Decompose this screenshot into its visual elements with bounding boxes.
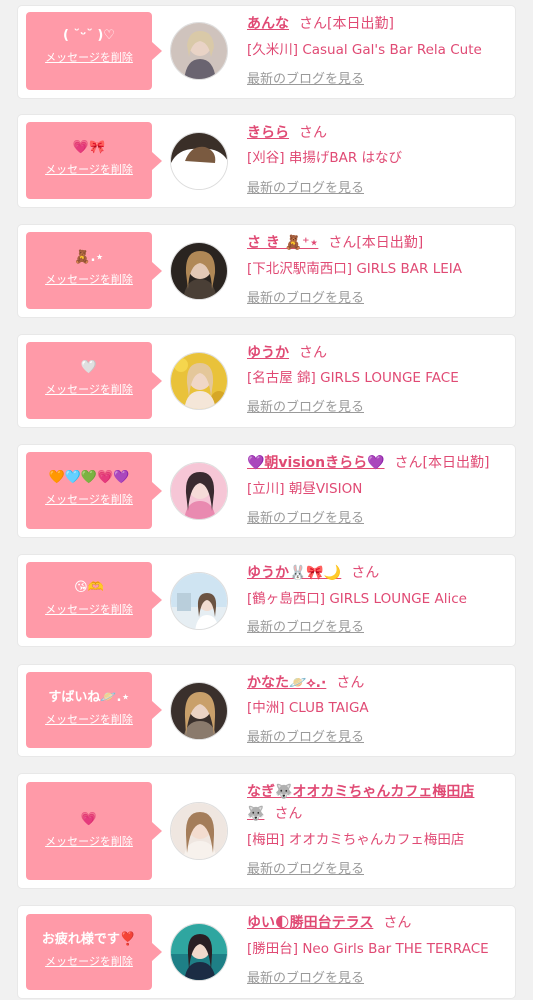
shop-name: [中洲] CLUB TAIGA xyxy=(247,700,369,716)
latest-blog-link[interactable]: 最新のブログを見る xyxy=(247,729,364,747)
avatar[interactable] xyxy=(170,462,228,520)
avatar[interactable] xyxy=(170,352,228,410)
message-text: 🧡🩵💚💗💜 xyxy=(48,470,130,485)
latest-blog-link[interactable]: 最新のブログを見る xyxy=(247,399,364,417)
avatar[interactable] xyxy=(170,682,228,740)
delete-message-link[interactable]: メッセージを削除 xyxy=(26,602,152,618)
user-name-link[interactable]: ゆうか xyxy=(247,345,289,361)
avatar[interactable] xyxy=(170,923,228,981)
shop-name: [梅田] オオカミちゃんカフェ梅田店 xyxy=(247,832,465,848)
latest-blog-link[interactable]: 最新のブログを見る xyxy=(247,290,364,308)
honorific: さん xyxy=(383,915,412,931)
message-bubble: ( ˘ᵕ˘ )♡ メッセージを削除 xyxy=(26,12,162,90)
list-item: 🧸.⋆ メッセージを削除 さ き 🧸⁺⋆ さん[本日出勤] [下北沢駅南西口] G… xyxy=(18,225,515,317)
user-name-link-continued[interactable]: 🐺 xyxy=(247,806,264,822)
message-text: 💗🎀 xyxy=(72,140,106,155)
list-item: すばいね🪐.⋆ メッセージを削除 かなた🪐⟡.· さん [中洲] CLUB TAI… xyxy=(18,665,515,756)
delete-message-link[interactable]: メッセージを削除 xyxy=(26,954,152,970)
message-text: お疲れ様です❣️ xyxy=(41,932,137,947)
latest-blog-link[interactable]: 最新のブログを見る xyxy=(247,970,364,988)
status-badge: [本日出勤] xyxy=(356,235,424,251)
message-list: ( ˘ᵕ˘ )♡ メッセージを削除 あんな さん[本日出勤] [久米川] Casu… xyxy=(0,0,533,1000)
message-bubble: 😘🫶 メッセージを削除 xyxy=(26,562,162,638)
delete-message-link[interactable]: メッセージを削除 xyxy=(26,382,152,398)
shop-name: [鶴ヶ島西口] GIRLS LOUNGE Alice xyxy=(247,591,467,607)
delete-message-link[interactable]: メッセージを削除 xyxy=(26,272,152,288)
list-item: 💗🎀 メッセージを削除 きらら さん [刈谷] 串揚げBAR はなび 最新のブログ… xyxy=(18,115,515,207)
honorific: さん xyxy=(336,675,365,691)
shop-name: [勝田台] Neo Girls Bar THE TERRACE xyxy=(247,941,489,957)
user-name-link[interactable]: 💜朝visionきらら💜 xyxy=(247,455,385,471)
delete-message-link[interactable]: メッセージを削除 xyxy=(26,712,152,728)
avatar[interactable] xyxy=(170,132,228,190)
latest-blog-link[interactable]: 最新のブログを見る xyxy=(247,619,364,637)
shop-name: [立川] 朝昼VISION xyxy=(247,481,363,497)
list-item: 💗 メッセージを削除 なぎ🐺オオカミちゃんカフェ梅田店 🐺 さん [梅田] オオカ… xyxy=(18,774,515,888)
latest-blog-link[interactable]: 最新のブログを見る xyxy=(247,861,364,879)
user-name-link[interactable]: ゆい🌓勝田台テラス xyxy=(247,915,373,931)
shop-name: [下北沢駅南西口] GIRLS BAR LEIA xyxy=(247,261,462,277)
message-text: 💗 xyxy=(80,812,98,827)
list-item: 🤍 メッセージを削除 ゆうか さん [名古屋 錦] GIRLS LOUNGE FA… xyxy=(18,335,515,427)
user-name-link[interactable]: なぎ🐺オオカミちゃんカフェ梅田店 xyxy=(247,784,474,800)
honorific: さん xyxy=(299,125,327,141)
latest-blog-link[interactable]: 最新のブログを見る xyxy=(247,180,364,198)
message-bubble: お疲れ様です❣️ メッセージを削除 xyxy=(26,914,162,990)
honorific: さん xyxy=(394,455,423,471)
avatar[interactable] xyxy=(170,572,228,630)
message-text: 🤍 xyxy=(80,360,98,375)
honorific: さん xyxy=(299,345,327,361)
latest-blog-link[interactable]: 最新のブログを見る xyxy=(247,71,364,89)
delete-message-link[interactable]: メッセージを削除 xyxy=(26,162,152,178)
honorific: さん xyxy=(328,235,357,251)
message-bubble: 🧡🩵💚💗💜 メッセージを削除 xyxy=(26,452,162,529)
user-name-link[interactable]: かなた🪐⟡.· xyxy=(247,675,326,691)
message-bubble: 💗🎀 メッセージを削除 xyxy=(26,122,162,199)
user-name-link[interactable]: さ き 🧸⁺⋆ xyxy=(247,235,318,251)
message-bubble: 🧸.⋆ メッセージを削除 xyxy=(26,232,162,309)
honorific: さん xyxy=(299,16,327,32)
message-bubble: 💗 メッセージを削除 xyxy=(26,782,162,880)
user-name-link[interactable]: あんな xyxy=(247,16,289,32)
delete-message-link[interactable]: メッセージを削除 xyxy=(26,492,152,508)
message-bubble: すばいね🪐.⋆ メッセージを削除 xyxy=(26,672,162,748)
shop-name: [久米川] Casual Gal's Bar Rela Cute xyxy=(247,42,482,58)
list-item: お疲れ様です❣️ メッセージを削除 ゆい🌓勝田台テラス さん [勝田台] Neo … xyxy=(18,906,515,998)
delete-message-link[interactable]: メッセージを削除 xyxy=(26,834,152,850)
user-name-link[interactable]: ゆうか🐰🎀🌙 xyxy=(247,565,341,581)
avatar[interactable] xyxy=(170,802,228,860)
delete-message-link[interactable]: メッセージを削除 xyxy=(26,50,152,66)
list-item: 😘🫶 メッセージを削除 ゆうか🐰🎀🌙 さん [鶴ヶ島西口] GIRLS LOUNG… xyxy=(18,555,515,646)
message-text: ( ˘ᵕ˘ )♡ xyxy=(63,28,115,43)
honorific: さん xyxy=(274,806,303,822)
honorific: さん xyxy=(351,565,380,581)
list-item: 🧡🩵💚💗💜 メッセージを削除 💜朝visionきらら💜 さん[本日出勤] [立川]… xyxy=(18,445,515,537)
list-item: ( ˘ᵕ˘ )♡ メッセージを削除 あんな さん[本日出勤] [久米川] Casu… xyxy=(18,6,515,98)
status-badge: [本日出勤] xyxy=(327,16,394,32)
status-badge: [本日出勤] xyxy=(422,455,490,471)
message-text: すばいね🪐.⋆ xyxy=(48,690,130,705)
message-text: 🧸.⋆ xyxy=(74,250,104,265)
avatar[interactable] xyxy=(170,242,228,300)
user-name-link[interactable]: きらら xyxy=(247,125,289,141)
message-bubble: 🤍 メッセージを削除 xyxy=(26,342,162,419)
latest-blog-link[interactable]: 最新のブログを見る xyxy=(247,510,364,528)
message-text: 😘🫶 xyxy=(74,580,104,595)
avatar[interactable] xyxy=(170,22,228,80)
shop-name: [名古屋 錦] GIRLS LOUNGE FACE xyxy=(247,370,459,386)
shop-name: [刈谷] 串揚げBAR はなび xyxy=(247,150,402,166)
